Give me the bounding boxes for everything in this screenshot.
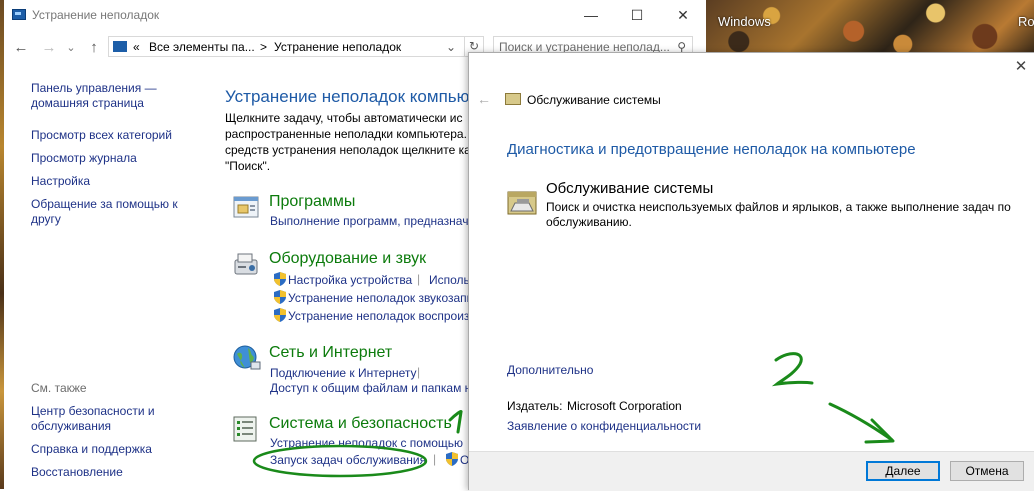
link-separator: | — [417, 272, 421, 286]
title-bar: Устранение неполадок — ☐ ✕ — [4, 0, 706, 30]
control-panel-icon — [12, 9, 26, 20]
link-troubleshoot-playback[interactable]: Устранение неполадок воспроиз — [288, 309, 469, 323]
nav-help-line2[interactable]: другу — [31, 211, 61, 227]
hardware-sound-icon — [234, 253, 258, 275]
desktop-wallpaper: Windows Ro — [706, 0, 1034, 52]
page-description-line3: средств устранения неполадок щелкните ка — [225, 143, 471, 157]
back-arrow-icon[interactable]: ← — [477, 91, 491, 107]
link-run-maintenance-tasks[interactable]: Запуск задач обслуживания — [270, 453, 426, 467]
programs-icon — [233, 196, 259, 218]
see-also-label: См. также — [31, 381, 87, 395]
uac-shield-icon — [274, 290, 286, 304]
page-description-line2: распространенные неполадки компьютера. — [225, 127, 467, 141]
dialog-heading: Диагностика и предотвращение неполадок н… — [507, 141, 916, 158]
control-panel-icon — [113, 41, 127, 52]
address-prefix: « — [133, 40, 140, 54]
publisher-label: Издатель: — [507, 399, 563, 413]
link-separator: | — [417, 365, 421, 379]
link-troubleshoot-recording[interactable]: Устранение неполадок звукозапи — [288, 291, 473, 305]
window-title: Устранение неполадок — [32, 8, 160, 22]
troubleshooter-title: Обслуживание системы — [546, 180, 714, 197]
nav-home-line2[interactable]: домашняя страница — [31, 95, 144, 111]
link-configure-device[interactable]: Настройка устройства — [288, 273, 412, 287]
link-shared-folders[interactable]: Доступ к общим файлам и папкам н — [270, 381, 471, 395]
category-network-title[interactable]: Сеть и Интернет — [269, 344, 392, 362]
category-programs-title[interactable]: Программы — [269, 193, 355, 211]
address-bar[interactable]: « Все элементы па... > Устранение непола… — [108, 36, 465, 57]
uac-shield-icon — [274, 308, 286, 322]
network-internet-icon — [233, 345, 261, 370]
nav-recovery[interactable]: Восстановление — [31, 464, 123, 480]
link-run-old-programs[interactable]: Выполнение программ, предназнач — [270, 214, 468, 228]
next-button[interactable]: Далее — [866, 461, 940, 481]
uac-shield-icon — [446, 452, 458, 466]
nav-security-center-line2[interactable]: обслуживания — [31, 418, 111, 434]
troubleshooter-description: Поиск и очистка неиспользуемых файлов и … — [546, 200, 1011, 229]
address-dropdown-icon[interactable]: ⌄ — [446, 40, 456, 54]
wallpaper-text-windows: Windows — [718, 14, 771, 29]
link-separator: | — [433, 452, 437, 466]
nav-history[interactable]: Просмотр журнала — [31, 150, 137, 166]
page-description-line1: Щелкните задачу, чтобы автоматически ис — [225, 111, 463, 125]
close-button[interactable]: ✕ — [660, 2, 706, 28]
nav-security-center-line1[interactable]: Центр безопасности и — [31, 403, 155, 419]
nav-help-support[interactable]: Справка и поддержка — [31, 441, 152, 457]
chevron-down-icon[interactable]: ⌄ — [61, 38, 81, 58]
link-connect-internet[interactable]: Подключение к Интернету — [270, 366, 417, 380]
maximize-button[interactable]: ☐ — [614, 2, 660, 28]
forward-arrow-icon[interactable]: → — [39, 38, 59, 58]
advanced-link[interactable]: Дополнительно — [507, 363, 593, 377]
system-maintenance-icon — [507, 191, 537, 215]
dialog-title: Обслуживание системы — [527, 93, 661, 107]
minimize-button[interactable]: — — [568, 2, 614, 28]
up-arrow-icon[interactable]: ↑ — [84, 38, 104, 58]
breadcrumb-separator: > — [260, 40, 268, 54]
wallpaper-text-ro: Ro — [1018, 14, 1034, 29]
privacy-statement-link[interactable]: Заявление о конфиденциальности — [507, 419, 701, 433]
back-arrow-icon[interactable]: ← — [11, 38, 31, 58]
close-icon[interactable]: ✕ — [1013, 59, 1029, 75]
publisher-value: Microsoft Corporation — [567, 399, 682, 413]
breadcrumb-troubleshooting[interactable]: Устранение неполадок — [274, 40, 401, 54]
system-security-icon — [233, 416, 257, 442]
system-maintenance-dialog: ✕ ← Обслуживание системы Диагностика и п… — [468, 52, 1034, 491]
link-troubleshoot-windows-update[interactable]: Устранение неполадок с помощью — [270, 436, 463, 450]
breadcrumb-all-items[interactable]: Все элементы па... — [149, 40, 255, 54]
uac-shield-icon — [274, 272, 286, 286]
nav-help-line1[interactable]: Обращение за помощью к — [31, 196, 178, 212]
category-hardware-title[interactable]: Оборудование и звук — [269, 250, 426, 268]
dialog-footer: Далее Отмена — [469, 451, 1034, 491]
nav-home-line1[interactable]: Панель управления — — [31, 80, 157, 96]
nav-settings[interactable]: Настройка — [31, 173, 90, 189]
category-system-title[interactable]: Система и безопасность — [269, 415, 452, 433]
page-title: Устранение неполадок компьютер — [225, 87, 496, 106]
nav-all-categories[interactable]: Просмотр всех категорий — [31, 127, 172, 143]
page-description-line4: "Поиск". — [225, 159, 271, 173]
system-maintenance-icon — [505, 93, 521, 105]
cancel-button[interactable]: Отмена — [950, 461, 1024, 481]
